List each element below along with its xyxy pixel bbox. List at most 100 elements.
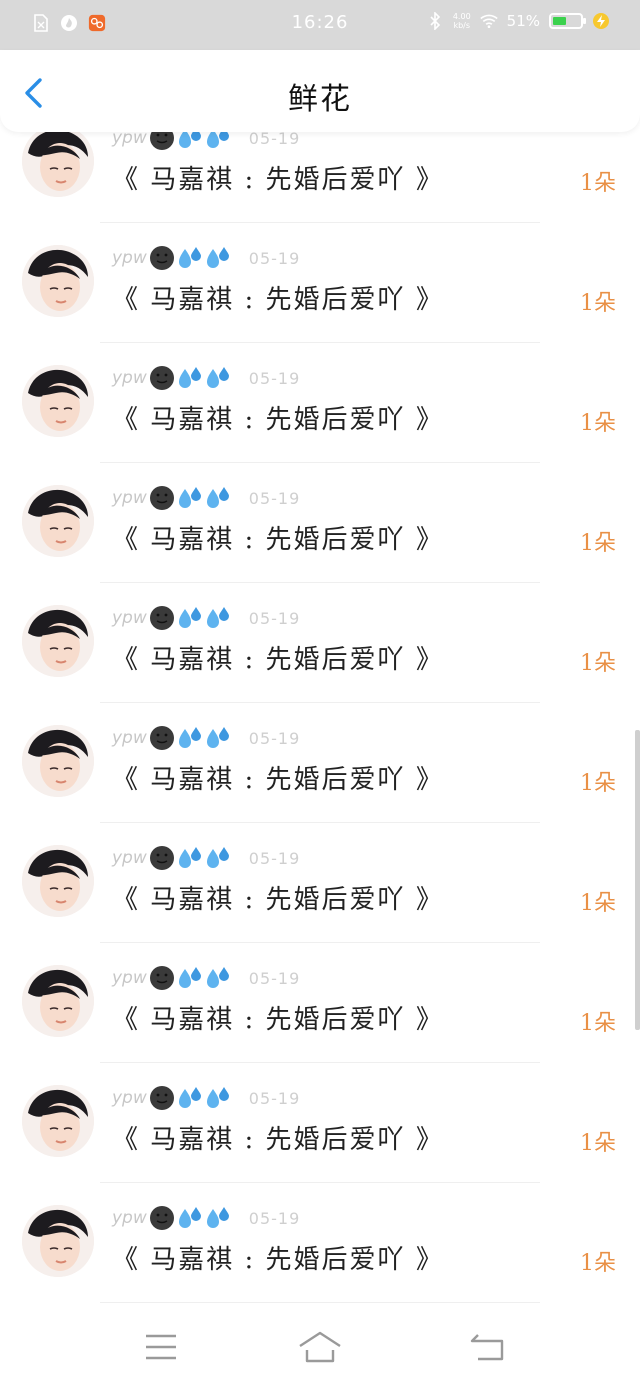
flower-count: 1朵 — [580, 771, 616, 796]
item-meta: ypw 05-19 — [112, 483, 300, 513]
avatar[interactable] — [22, 1205, 94, 1277]
flower-count: 1朵 — [580, 1131, 616, 1156]
book-title[interactable]: 《 马嘉祺 : 先婚后爱吖 》 — [112, 159, 444, 196]
item-meta: ypw 05-19 — [112, 243, 300, 273]
system-nav-bar — [0, 1307, 640, 1387]
divider — [100, 1302, 540, 1303]
username-emoji — [149, 845, 231, 871]
dark-moon-face-icon — [149, 966, 174, 990]
home-button[interactable] — [298, 1327, 342, 1367]
dark-moon-face-icon — [149, 366, 174, 390]
list-item[interactable]: ypw 05-19 《 马嘉祺 : 先婚后爱吖 》 1朵 — [0, 223, 640, 343]
date: 05-19 — [248, 1088, 301, 1108]
avatar[interactable] — [22, 365, 94, 437]
item-meta: ypw 05-19 — [112, 1203, 300, 1233]
item-meta: ypw 05-19 — [112, 363, 300, 393]
item-meta: ypw 05-19 — [112, 603, 300, 633]
wifi-icon — [479, 12, 498, 30]
username-emoji — [149, 605, 231, 631]
avatar[interactable] — [22, 605, 94, 677]
book-title[interactable]: 《 马嘉祺 : 先婚后爱吖 》 — [112, 639, 444, 676]
list-item[interactable]: ypw 05-19 《 马嘉祺 : 先婚后爱吖 》 1朵 — [0, 343, 640, 463]
scrollbar[interactable] — [635, 730, 640, 1030]
book-title[interactable]: 《 马嘉祺 : 先婚后爱吖 》 — [112, 879, 444, 916]
sweat-droplets-icon — [178, 367, 201, 388]
sweat-droplets-icon — [178, 247, 201, 268]
book-title[interactable]: 《 马嘉祺 : 先婚后爱吖 》 — [112, 399, 444, 436]
sweat-droplets-icon — [206, 607, 229, 628]
page-header: 鲜花 — [0, 50, 640, 132]
sweat-droplets-icon — [178, 727, 201, 748]
date: 05-19 — [248, 608, 301, 628]
item-meta: ypw 05-19 — [112, 723, 300, 753]
list-item[interactable]: ypw 05-19 《 马嘉祺 : 先婚后爱吖 》 1朵 — [0, 463, 640, 583]
book-title[interactable]: 《 马嘉祺 : 先婚后爱吖 》 — [112, 519, 444, 556]
book-title[interactable]: 《 马嘉祺 : 先婚后爱吖 》 — [112, 1119, 444, 1156]
username: ypw — [112, 848, 147, 868]
username: ypw — [112, 1208, 147, 1228]
book-title[interactable]: 《 马嘉祺 : 先婚后爱吖 》 — [112, 279, 444, 316]
sweat-droplets-icon — [206, 247, 229, 268]
item-meta: ypw 05-19 — [112, 963, 300, 993]
sweat-droplets-icon — [178, 847, 201, 868]
menu-icon — [146, 1334, 176, 1360]
dark-moon-face-icon — [149, 846, 174, 870]
list-item[interactable]: ypw 05-19 《 马嘉祺 : 先婚后爱吖 》 1朵 — [0, 703, 640, 823]
date: 05-19 — [248, 1208, 301, 1228]
username-emoji — [149, 725, 231, 751]
book-title[interactable]: 《 马嘉祺 : 先婚后爱吖 》 — [112, 999, 444, 1036]
list-item[interactable]: ypw 05-19 《 马嘉祺 : 先婚后爱吖 》 1朵 — [0, 1183, 640, 1303]
sweat-droplets-icon — [206, 1087, 229, 1108]
flower-count: 1朵 — [580, 411, 616, 436]
username: ypw — [112, 608, 147, 628]
book-title[interactable]: 《 马嘉祺 : 先婚后爱吖 》 — [112, 1239, 444, 1276]
avatar[interactable] — [22, 845, 94, 917]
username-emoji — [149, 965, 231, 991]
sweat-droplets-icon — [206, 967, 229, 988]
avatar[interactable] — [22, 965, 94, 1037]
bluetooth-icon — [426, 12, 444, 30]
battery-icon — [549, 13, 586, 29]
flower-count: 1朵 — [580, 1011, 616, 1036]
username-emoji — [149, 245, 231, 271]
flower-count: 1朵 — [580, 1251, 616, 1276]
date: 05-19 — [248, 728, 301, 748]
item-meta: ypw 05-19 — [112, 1083, 300, 1113]
sweat-droplets-icon — [178, 487, 201, 508]
list-item[interactable]: ypw 05-19 《 马嘉祺 : 先婚后爱吖 》 1朵 — [0, 943, 640, 1063]
sweat-droplets-icon — [178, 967, 201, 988]
list-item[interactable]: ypw 05-19 《 马嘉祺 : 先婚后爱吖 》 1朵 — [0, 823, 640, 943]
status-bar: 16:26 4.00 kb/s 51% — [0, 0, 640, 50]
avatar[interactable] — [22, 485, 94, 557]
dark-moon-face-icon — [149, 1206, 174, 1230]
dark-moon-face-icon — [149, 726, 174, 750]
battery-fill — [553, 17, 566, 25]
menu-button[interactable] — [139, 1327, 183, 1367]
net-speed-value: 4.00 — [452, 12, 471, 21]
username-emoji — [149, 1085, 231, 1111]
list-item[interactable]: ypw 05-19 《 马嘉祺 : 先婚后爱吖 》 1朵 — [0, 1063, 640, 1183]
home-icon — [299, 1331, 341, 1363]
flower-count: 1朵 — [580, 891, 616, 916]
username-emoji — [149, 365, 231, 391]
back-icon — [470, 1334, 504, 1361]
sweat-droplets-icon — [178, 1207, 201, 1228]
battery-percent: 51% — [506, 12, 540, 30]
username: ypw — [112, 368, 147, 388]
flower-list: ypw 05-19 《 马嘉祺 : 先婚后爱吖 》 1朵 ypw 05-19 《… — [0, 103, 640, 1303]
avatar[interactable] — [22, 725, 94, 797]
list-item[interactable]: ypw 05-19 《 马嘉祺 : 先婚后爱吖 》 1朵 — [0, 583, 640, 703]
date: 05-19 — [248, 368, 301, 388]
username: ypw — [112, 728, 147, 748]
status-right-icons: 4.00 kb/s 51% — [426, 12, 610, 30]
book-title[interactable]: 《 马嘉祺 : 先婚后爱吖 》 — [112, 759, 444, 796]
username: ypw — [112, 248, 147, 268]
avatar[interactable] — [22, 125, 94, 197]
avatar[interactable] — [22, 245, 94, 317]
dark-moon-face-icon — [149, 606, 174, 630]
flower-count: 1朵 — [580, 291, 616, 316]
username: ypw — [112, 1088, 147, 1108]
avatar[interactable] — [22, 1085, 94, 1157]
dark-moon-face-icon — [149, 1086, 174, 1110]
back-nav-button[interactable] — [466, 1327, 510, 1367]
